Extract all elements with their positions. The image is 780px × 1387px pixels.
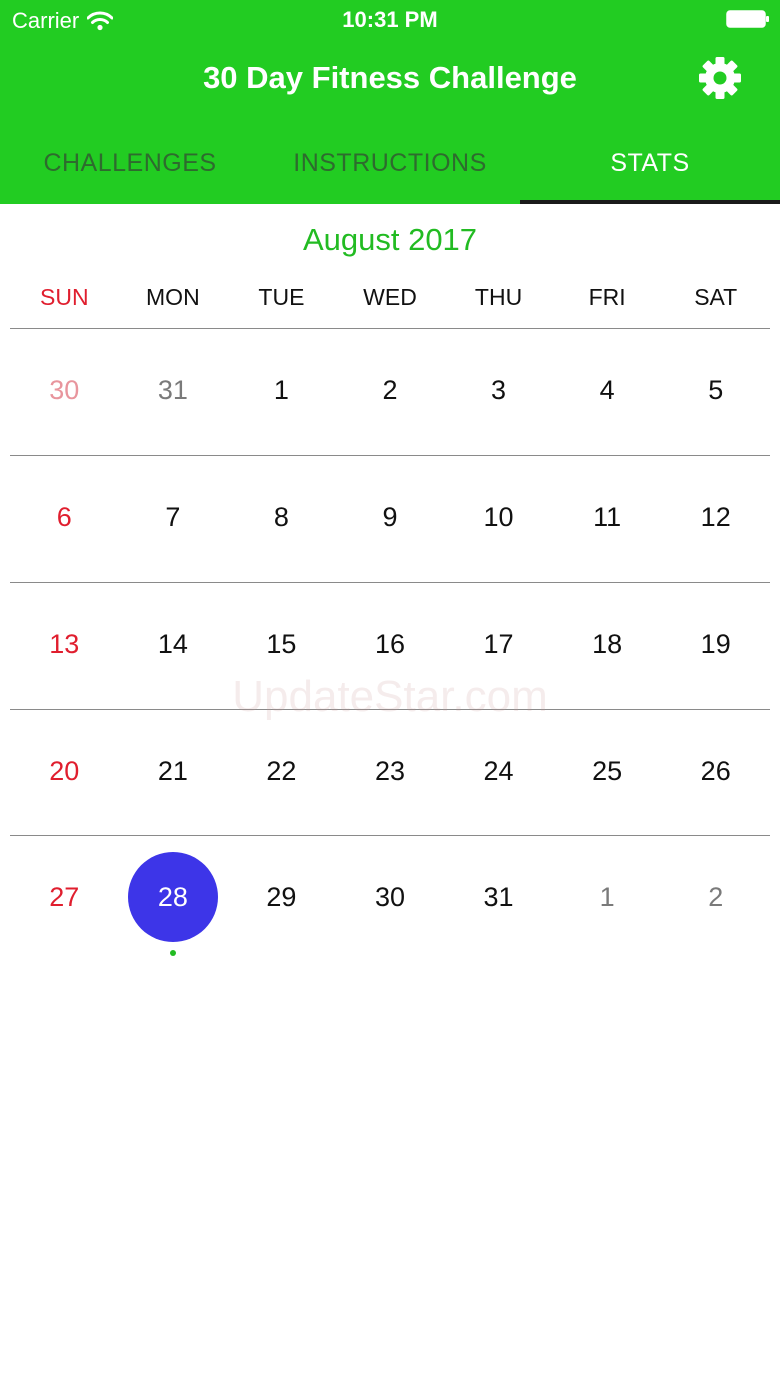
calendar-day[interactable]: 30 [10,329,119,455]
calendar-day[interactable]: 27 [10,836,119,962]
status-time: 10:31 PM [342,7,438,32]
calendar-day[interactable]: 2 [661,836,770,962]
calendar-day[interactable]: 4 [553,329,662,455]
calendar-day[interactable]: 16 [336,583,445,709]
calendar-day[interactable]: 18 [553,583,662,709]
calendar-day[interactable]: 7 [119,456,228,582]
tab-instructions[interactable]: INSTRUCTIONS [260,128,520,204]
calendar-day[interactable]: 26 [661,710,770,836]
calendar-week: 13 14 15 16 17 18 19 [10,582,770,709]
app-header: Carrier 10:31 PM 30 Day Fitness Challeng… [0,0,780,204]
calendar-day[interactable]: 10 [444,456,553,582]
calendar-day[interactable]: 1 [227,329,336,455]
calendar-day[interactable]: 22 [227,710,336,836]
activity-dot [169,950,176,956]
gear-icon[interactable] [696,54,744,102]
calendar-day[interactable]: 14 [119,583,228,709]
calendar-week: 20 21 22 23 24 25 26 [10,709,770,836]
weekday-tue: TUE [258,284,305,310]
page-title: 30 Day Fitness Challenge [203,60,577,95]
calendar-day[interactable]: 13 [10,583,119,709]
calendar-day[interactable]: 23 [336,710,445,836]
calendar-day[interactable]: 11 [553,456,662,582]
calendar-week: 6 7 8 9 10 11 12 [10,455,770,582]
calendar-day[interactable]: 15 [227,583,336,709]
tab-challenges[interactable]: CHALLENGES [0,128,260,204]
battery-icon [726,10,769,28]
tab-stats[interactable]: STATS [520,128,780,204]
month-label: August 2017 [302,222,478,257]
calendar-day[interactable]: 8 [227,456,336,582]
weekday-wed: WED [363,284,417,310]
calendar-day[interactable]: 12 [661,456,770,582]
calendar-day[interactable]: 3 [444,329,553,455]
calendar-week: 30 31 1 2 3 4 5 [10,328,770,455]
status-bar: Carrier 10:31 PM [0,0,780,40]
calendar-day[interactable]: 9 [336,456,445,582]
weekday-header: SUN MON TUE WED THU FRI SAT [10,284,770,311]
calendar-day[interactable]: 2 [336,329,445,455]
calendar-day[interactable]: 20 [10,710,119,836]
calendar-week: 27 28 29 30 31 1 2 [10,835,770,962]
weekday-mon: MON [146,284,200,310]
calendar-day[interactable]: 5 [661,329,770,455]
calendar-day[interactable]: 1 [553,836,662,962]
calendar-day[interactable]: 17 [444,583,553,709]
weekday-sat: SAT [694,284,738,310]
calendar-day-selected[interactable]: 28 [119,836,228,962]
calendar-day[interactable]: 21 [119,710,228,836]
calendar-day[interactable]: 30 [336,836,445,962]
calendar-day[interactable]: 25 [553,710,662,836]
calendar-day[interactable]: 31 [444,836,553,962]
weekday-sun: SUN [40,284,89,310]
weekday-thu: THU [474,284,523,310]
tab-bar: CHALLENGES INSTRUCTIONS STATS [0,128,780,204]
calendar-day[interactable]: 31 [119,329,228,455]
calendar-day[interactable]: 6 [10,456,119,582]
calendar-day[interactable]: 19 [661,583,770,709]
calendar-day[interactable]: 24 [444,710,553,836]
calendar-day[interactable]: 29 [227,836,336,962]
weekday-fri: FRI [588,284,626,310]
